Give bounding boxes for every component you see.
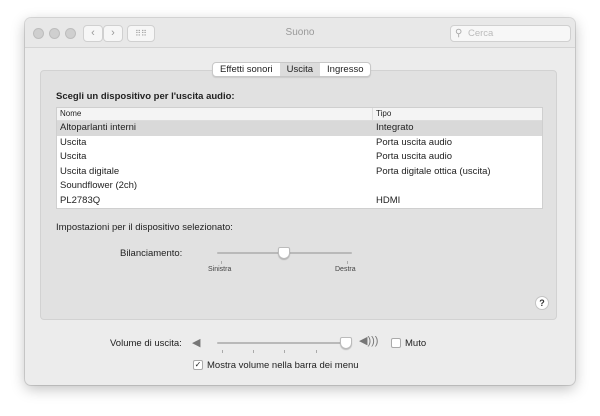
tick <box>347 261 348 264</box>
device-type: HDMI <box>376 194 401 206</box>
device-type <box>372 179 542 194</box>
settings-label: Impostazioni per il dispositivo selezion… <box>56 222 233 233</box>
table-row[interactable]: Altoparlanti interni Integrato <box>57 121 542 136</box>
sound-preferences-window: ‹ › ⠿⠿ Suono ⚲ Cerca Effetti sonori Uscit… <box>25 18 575 385</box>
volume-track <box>217 342 352 344</box>
tick <box>222 350 223 353</box>
search-icon: ⚲ <box>455 28 463 39</box>
table-row[interactable]: PL2783Q HDMI <box>57 194 542 209</box>
show-volume-label: Mostra volume nella barra dei menu <box>207 360 359 371</box>
tick <box>253 350 254 353</box>
checkmark-icon: ✓ <box>194 360 202 369</box>
table-row[interactable]: Uscita Porta uscita audio <box>57 136 542 151</box>
volume-thumb[interactable] <box>340 337 352 349</box>
mute-checkbox[interactable] <box>391 338 401 348</box>
device-type: Porta uscita audio <box>376 151 453 163</box>
tab-uscita[interactable]: Uscita <box>279 63 321 76</box>
tab-effetti-sonori[interactable]: Effetti sonori <box>213 63 280 76</box>
output-heading: Scegli un dispositivo per l'uscita audio… <box>56 91 235 102</box>
tab-bar: Effetti sonori Uscita Ingresso <box>212 62 372 77</box>
table-row[interactable]: Soundflower (2ch) <box>57 179 542 194</box>
balance-left-label: Sinistra <box>208 266 232 273</box>
title-bar: ‹ › ⠿⠿ Suono ⚲ Cerca <box>25 18 575 48</box>
device-type: Porta uscita audio <box>376 136 453 148</box>
tick <box>316 350 317 353</box>
column-tipo[interactable]: Tipo <box>372 108 542 120</box>
balance-label: Bilanciamento: <box>120 248 183 259</box>
tick <box>284 350 285 353</box>
help-button[interactable]: ? <box>535 296 549 310</box>
table-row[interactable]: Uscita digitale Porta digitale ottica (us… <box>57 165 542 180</box>
device-type: Integrato <box>376 122 414 133</box>
show-volume-checkbox[interactable]: ✓ <box>193 360 203 370</box>
device-name: Uscita digitale <box>60 165 120 177</box>
device-name: Soundflower (2ch) <box>60 180 138 192</box>
table-header: Nome Tipo <box>57 108 542 121</box>
volume-label: Volume di uscita: <box>110 338 182 349</box>
mute-label: Muto <box>405 338 427 349</box>
speaker-high-icon: ◀))) <box>359 335 379 347</box>
balance-thumb[interactable] <box>278 247 290 259</box>
column-nome[interactable]: Nome <box>57 108 372 120</box>
table-row[interactable]: Uscita Porta uscita audio <box>57 150 542 165</box>
balance-right-label: Destra <box>335 266 356 273</box>
device-table: Nome Tipo Altoparlanti interni Integrato … <box>56 107 543 209</box>
device-name: Uscita <box>60 151 87 163</box>
search-placeholder: Cerca <box>468 28 494 39</box>
device-type: Porta digitale ottica (uscita) <box>376 165 491 177</box>
search-input[interactable]: ⚲ Cerca <box>450 25 571 42</box>
tick <box>221 261 222 264</box>
device-name: Altoparlanti interni <box>60 122 137 133</box>
device-name: Uscita <box>60 136 87 148</box>
device-name: PL2783Q <box>60 194 101 206</box>
speaker-low-icon: ◀ <box>192 337 201 349</box>
tab-ingresso[interactable]: Ingresso <box>320 63 370 76</box>
